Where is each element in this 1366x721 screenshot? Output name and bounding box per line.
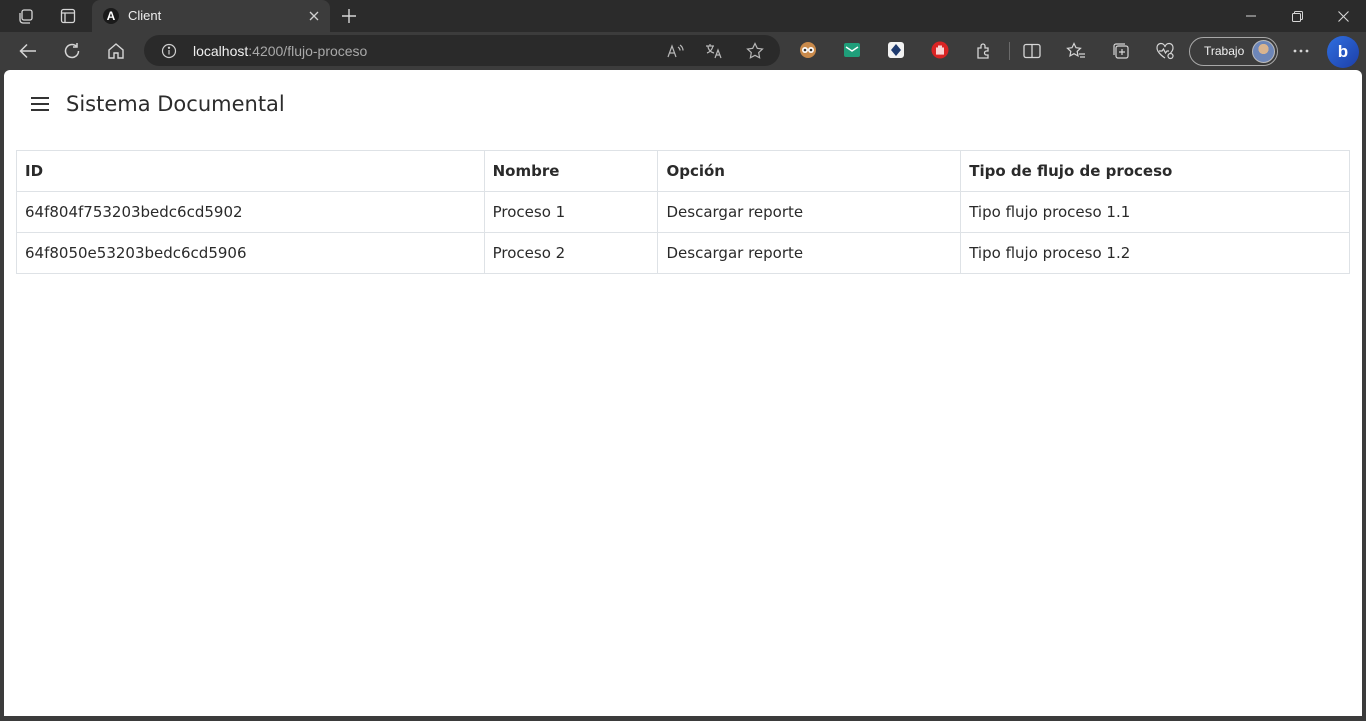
hamburger-menu-icon[interactable]: [28, 92, 52, 116]
window-close-icon[interactable]: [1320, 0, 1366, 32]
tab-title: Client: [128, 8, 162, 23]
translate-icon[interactable]: [703, 40, 725, 62]
column-header-id: ID: [16, 150, 485, 192]
table-header-row: ID Nombre Opción Tipo de flujo de proces…: [16, 150, 1350, 192]
toolbar-divider: [1009, 42, 1010, 60]
info-icon[interactable]: [160, 42, 177, 59]
cell-id: 64f804f753203bedc6cd5902: [16, 191, 485, 233]
process-flow-table: ID Nombre Opción Tipo de flujo de proces…: [16, 150, 1350, 274]
cell-tipo: Tipo flujo proceso 1.2: [960, 232, 1350, 274]
extension-stop-hand-icon[interactable]: [931, 41, 949, 59]
extension-code-icon[interactable]: [887, 41, 905, 59]
avatar: [1252, 40, 1275, 63]
performance-icon[interactable]: [1154, 40, 1176, 62]
extensions-icon[interactable]: [973, 40, 995, 62]
more-icon[interactable]: [1290, 40, 1312, 62]
page-title: Sistema Documental: [66, 92, 285, 116]
plus-icon[interactable]: [338, 5, 360, 27]
cell-opcion[interactable]: Descargar reporte: [657, 191, 962, 233]
home-icon[interactable]: [101, 36, 131, 66]
cell-nombre: Proceso 1: [483, 191, 659, 233]
table-row: 64f804f753203bedc6cd5902 Proceso 1 Desca…: [16, 191, 1350, 233]
url-text[interactable]: localhost:4200/flujo-proceso: [193, 43, 367, 59]
restore-icon[interactable]: [1274, 0, 1320, 32]
cell-id: 64f8050e53203bedc6cd5906: [16, 232, 485, 274]
app-header: Sistema Documental: [4, 70, 1362, 140]
cell-tipo: Tipo flujo proceso 1.1: [960, 191, 1350, 233]
table-row: 64f8050e53203bedc6cd5906 Proceso 2 Desca…: [16, 232, 1350, 274]
back-icon[interactable]: [13, 36, 43, 66]
workspaces-icon[interactable]: [16, 6, 36, 26]
split-screen-icon[interactable]: [1021, 40, 1043, 62]
collections-icon[interactable]: [1110, 40, 1132, 62]
address-bar[interactable]: localhost:4200/flujo-proceso: [144, 35, 780, 66]
refresh-icon[interactable]: [57, 36, 87, 66]
column-header-nombre: Nombre: [483, 150, 659, 192]
minimize-icon[interactable]: [1228, 0, 1274, 32]
cell-opcion[interactable]: Descargar reporte: [657, 232, 962, 274]
title-bar: A Client: [0, 0, 1366, 32]
column-header-tipo: Tipo de flujo de proceso: [960, 150, 1350, 192]
profile-label: Trabajo: [1204, 44, 1245, 58]
extension-eyes-icon[interactable]: [799, 41, 817, 59]
read-aloud-icon[interactable]: [664, 40, 686, 62]
favorites-icon[interactable]: [1065, 40, 1087, 62]
angular-favicon-icon: A: [103, 8, 119, 24]
browser-toolbar: localhost:4200/flujo-proceso Trabajo b: [0, 32, 1366, 70]
profile-button[interactable]: Trabajo: [1189, 37, 1278, 66]
url-path: :4200/flujo-proceso: [248, 43, 368, 59]
url-host: localhost: [193, 43, 249, 59]
close-icon[interactable]: [304, 6, 324, 26]
tab-actions-icon[interactable]: [58, 6, 78, 26]
extension-mail-icon[interactable]: [843, 41, 861, 59]
bing-copilot-icon[interactable]: b: [1327, 36, 1359, 68]
page-content: Sistema Documental ID Nombre Opción Tipo…: [4, 70, 1362, 716]
favorite-star-icon[interactable]: [744, 40, 766, 62]
browser-tab[interactable]: A Client: [92, 0, 330, 32]
cell-nombre: Proceso 2: [483, 232, 659, 274]
column-header-opcion: Opción: [657, 150, 962, 192]
